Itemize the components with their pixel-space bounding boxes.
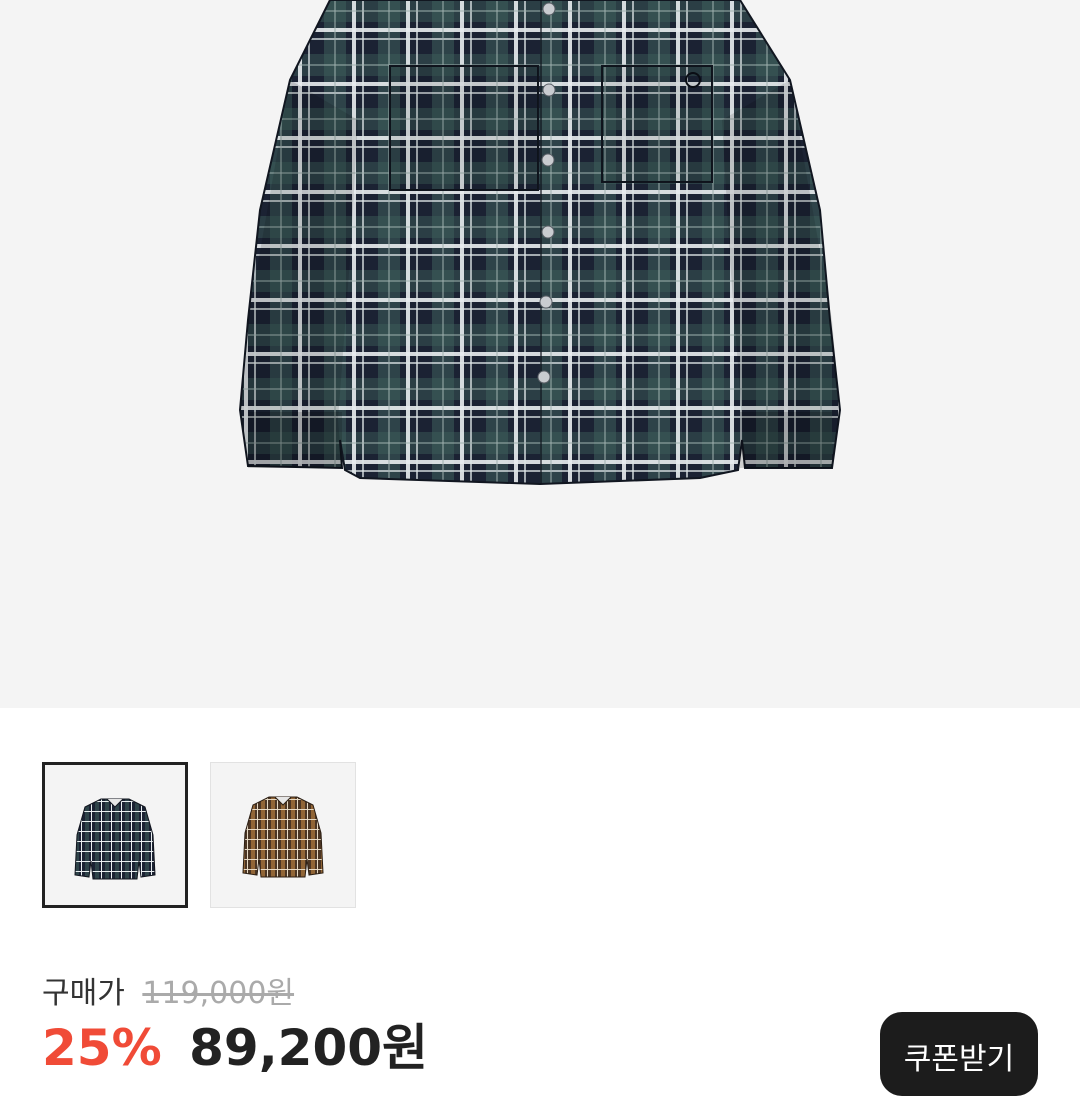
product-image-area: [0, 0, 1080, 708]
discount-rate: 25%: [42, 1019, 162, 1077]
sale-price: 89,200원: [189, 1019, 429, 1077]
price-label-text: 구매가: [42, 976, 125, 1011]
purchase-price-label: 구매가 119,000원: [42, 976, 294, 1012]
sale-price-row: 25% 89,200원: [42, 1018, 428, 1078]
thumbnail-navy[interactable]: [42, 762, 188, 908]
thumbnail-brown[interactable]: [210, 762, 356, 908]
plaid-shirt-image: [238, 0, 842, 486]
brown-shirt-thumbnail: [242, 796, 324, 878]
coupon-button[interactable]: 쿠폰받기: [880, 1012, 1038, 1096]
navy-shirt-thumbnail: [74, 798, 156, 880]
coupon-button-label: 쿠폰받기: [903, 1042, 1015, 1077]
original-price: 119,000원: [142, 976, 295, 1011]
